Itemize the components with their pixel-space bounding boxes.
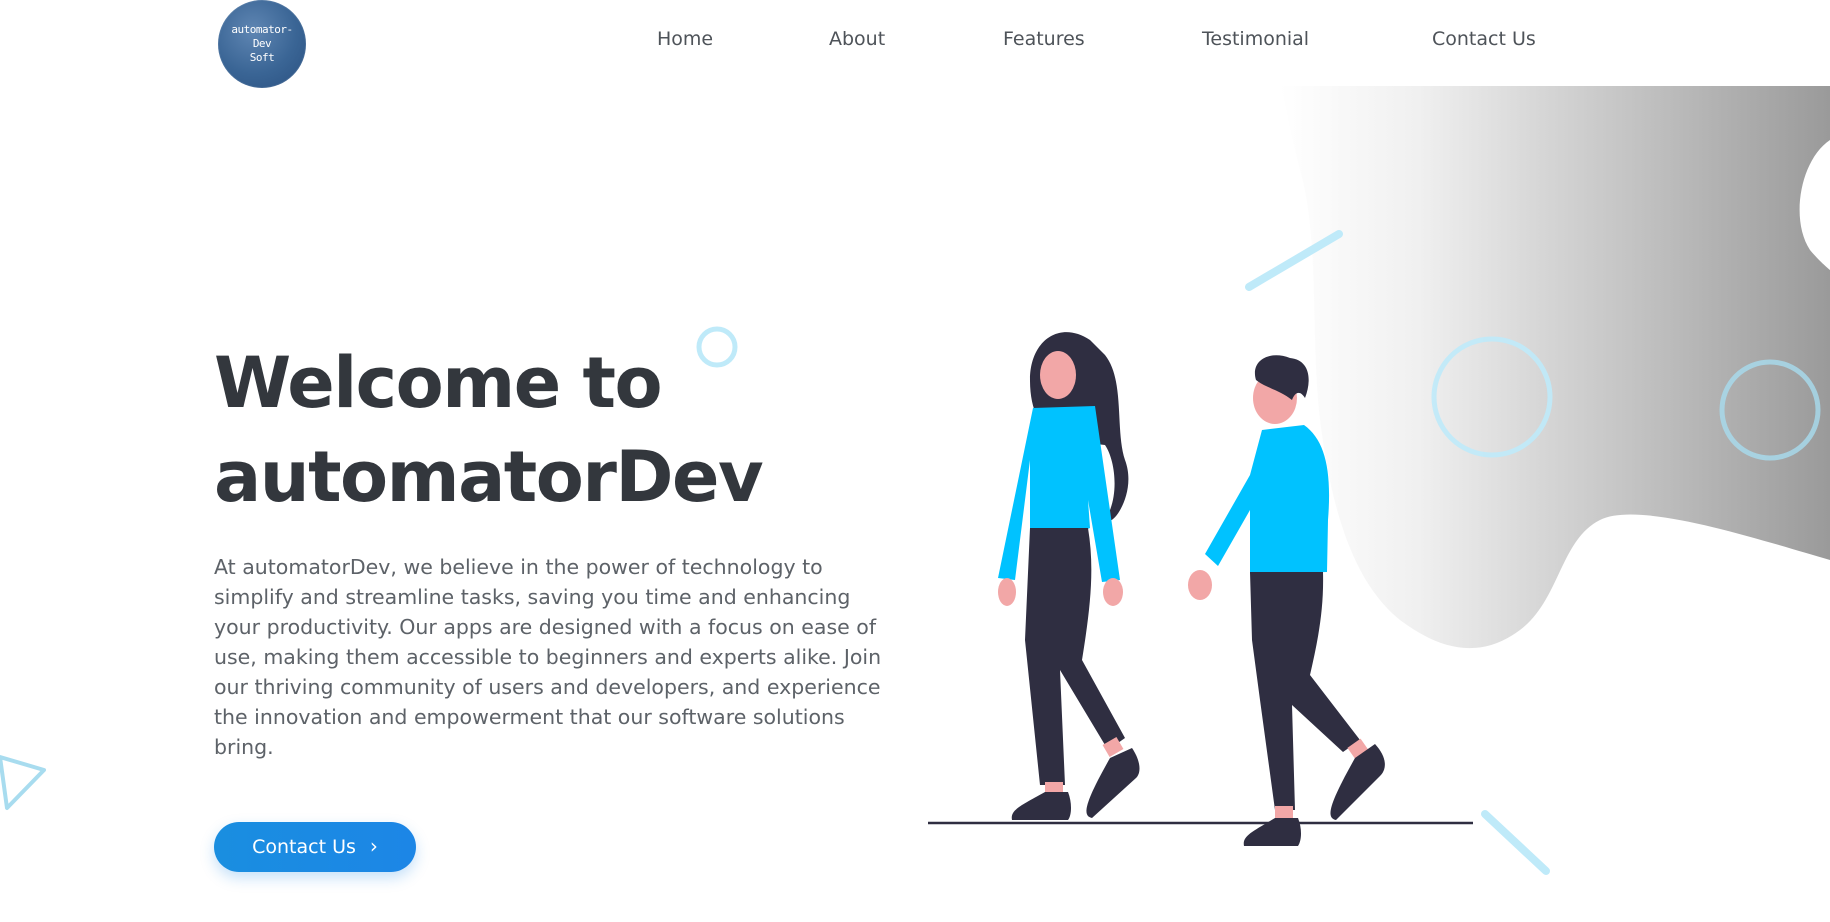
nav-item-contact-us[interactable]: Contact Us (1432, 28, 1536, 50)
nav-item-about[interactable]: About (829, 28, 885, 50)
man-ankle-left (1275, 806, 1293, 820)
woman-shoe-right (1086, 748, 1140, 818)
hero-title: Welcome to automatorDev (214, 336, 934, 524)
man-shirt (1205, 425, 1330, 574)
nav-item-testimonial[interactable]: Testimonial (1202, 28, 1309, 50)
walking-couple-illustration (928, 332, 1473, 846)
man-hand (1188, 570, 1212, 600)
hero-title-line-1: Welcome to (214, 342, 663, 424)
nav-item-features[interactable]: Features (1003, 28, 1085, 50)
contact-us-button-label: Contact Us (252, 836, 356, 858)
woman-left-hand (998, 578, 1016, 606)
woman-shoe-left (1011, 792, 1071, 820)
woman-figure (998, 332, 1140, 820)
chevron-right-icon: › (369, 834, 378, 858)
hero-title-line-2: automatorDev (214, 436, 764, 518)
man-pants (1250, 572, 1360, 810)
hero-description: At automatorDev, we believe in the power… (214, 555, 882, 759)
man-figure (1188, 355, 1385, 846)
contact-us-button[interactable]: Contact Us › (214, 822, 416, 872)
main-nav: Home About Features Testimonial Contact … (0, 0, 1830, 84)
nav-item-home[interactable]: Home (657, 28, 713, 50)
decor-triangle (0, 755, 46, 810)
woman-face (1040, 351, 1076, 399)
woman-right-hand (1103, 578, 1123, 606)
